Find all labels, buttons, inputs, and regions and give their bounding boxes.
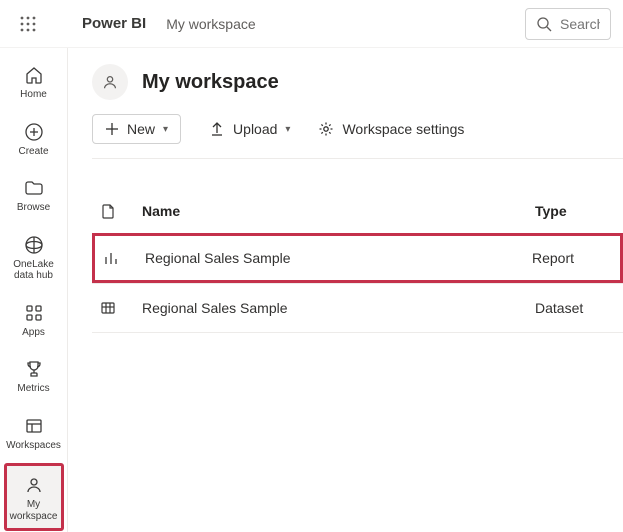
gear-icon xyxy=(318,121,334,137)
content-list: Name Type Regional Sales Sample Report R… xyxy=(92,159,623,333)
brand-label: Power BI xyxy=(82,15,146,32)
column-icon[interactable] xyxy=(100,203,142,219)
content-area: My workspace New ▾ Upload ▾ Workspace se… xyxy=(68,48,623,532)
row-name: Regional Sales Sample xyxy=(142,300,535,316)
nav-item-home[interactable]: Home xyxy=(4,56,64,107)
list-header: Name Type xyxy=(92,189,623,233)
workspaces-icon xyxy=(24,416,44,436)
nav-item-apps[interactable]: Apps xyxy=(4,294,64,345)
row-type: Dataset xyxy=(535,300,615,316)
folder-icon xyxy=(24,178,44,198)
settings-label: Workspace settings xyxy=(342,121,464,137)
nav-label: Create xyxy=(18,146,48,158)
upload-icon xyxy=(209,121,225,137)
search-input[interactable] xyxy=(560,16,600,32)
search-icon xyxy=(536,16,552,32)
app-launcher-button[interactable] xyxy=(12,8,44,40)
nav-label: Home xyxy=(20,89,47,101)
column-type[interactable]: Type xyxy=(535,203,615,219)
list-row[interactable]: Regional Sales Sample Report xyxy=(92,233,623,283)
apps-icon xyxy=(24,303,44,323)
nav-item-metrics[interactable]: Metrics xyxy=(4,350,64,401)
column-name[interactable]: Name xyxy=(142,203,535,219)
toolbar: New ▾ Upload ▾ Workspace settings xyxy=(92,114,623,159)
chevron-down-icon: ▾ xyxy=(285,124,290,135)
report-icon xyxy=(103,250,119,266)
search-box[interactable] xyxy=(525,8,611,40)
nav-label: Workspaces xyxy=(6,440,61,452)
nav-item-browse[interactable]: Browse xyxy=(4,169,64,220)
person-icon xyxy=(101,73,119,91)
nav-label: Metrics xyxy=(17,383,49,395)
nav-item-my-workspace[interactable]: My workspace xyxy=(4,463,64,531)
workspace-header: My workspace xyxy=(92,64,623,114)
home-icon xyxy=(24,65,44,85)
workspace-settings-button[interactable]: Workspace settings xyxy=(318,121,464,137)
top-bar: Power BI My workspace xyxy=(0,0,623,48)
new-label: New xyxy=(127,121,155,137)
new-button[interactable]: New ▾ xyxy=(92,114,181,144)
plus-icon xyxy=(105,122,119,136)
file-icon xyxy=(100,203,116,219)
breadcrumb[interactable]: My workspace xyxy=(166,16,255,32)
upload-button[interactable]: Upload ▾ xyxy=(209,121,290,137)
workspace-avatar xyxy=(92,64,128,100)
plus-circle-icon xyxy=(24,122,44,142)
nav-item-workspaces[interactable]: Workspaces xyxy=(4,407,64,458)
nav-label: My workspace xyxy=(7,499,61,522)
row-name: Regional Sales Sample xyxy=(145,250,532,266)
row-type: Report xyxy=(532,250,612,266)
page-title: My workspace xyxy=(142,71,279,94)
nav-label: Apps xyxy=(22,327,45,339)
upload-label: Upload xyxy=(233,121,277,137)
trophy-icon xyxy=(24,359,44,379)
waffle-icon xyxy=(20,16,36,32)
nav-label: Browse xyxy=(17,202,50,214)
nav-rail: Home Create Browse OneLake data hub Apps… xyxy=(0,48,68,532)
person-icon xyxy=(24,475,44,495)
list-row[interactable]: Regional Sales Sample Dataset xyxy=(92,283,623,333)
onelake-icon xyxy=(24,235,44,255)
chevron-down-icon: ▾ xyxy=(163,124,168,135)
nav-item-onelake[interactable]: OneLake data hub xyxy=(4,226,64,288)
dataset-icon xyxy=(100,300,116,316)
nav-label: OneLake data hub xyxy=(4,259,64,282)
nav-item-create[interactable]: Create xyxy=(4,113,64,164)
